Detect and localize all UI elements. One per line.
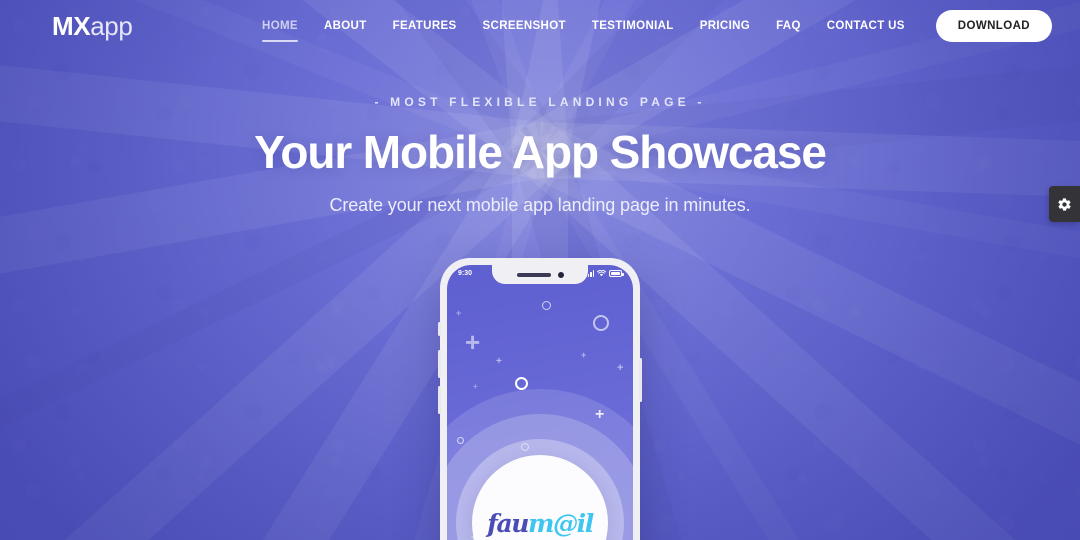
plus-sparkle-icon: + <box>465 327 481 357</box>
circle-sparkle-icon <box>593 315 609 331</box>
nav-item-features[interactable]: FEATURES <box>380 14 470 38</box>
phone-volume-down <box>438 386 441 414</box>
status-indicators <box>585 270 624 277</box>
plus-sparkle-icon: + <box>595 406 605 423</box>
nav-item-testimonial[interactable]: TESTIMONIAL <box>579 14 687 38</box>
nav-item-screenshot[interactable]: SCREENSHOT <box>470 14 579 38</box>
plus-sparkle-icon: + <box>485 494 491 505</box>
phone-frame: 9:30 faum@il + + + + + + + + + + <box>438 258 642 540</box>
main-navigation: HOME ABOUT FEATURES SCREENSHOT TESTIMONI… <box>249 10 1052 42</box>
plus-sparkle-icon: + <box>617 362 624 374</box>
circle-sparkle-icon <box>457 437 464 444</box>
status-time: 9:30 <box>458 270 473 277</box>
circle-sparkle-icon <box>521 443 529 451</box>
plus-sparkle-icon: + <box>456 308 462 318</box>
circle-sparkle-icon <box>515 377 528 390</box>
speaker-grille-icon <box>516 272 551 277</box>
wifi-icon <box>597 270 606 277</box>
plus-sparkle-icon: + <box>496 356 502 367</box>
nav-item-pricing[interactable]: PRICING <box>687 14 763 38</box>
nav-item-faq[interactable]: FAQ <box>763 14 814 38</box>
download-button[interactable]: DOWNLOAD <box>935 10 1052 42</box>
plus-sparkle-icon: + <box>539 470 545 480</box>
page-background: MXapp HOME ABOUT FEATURES SCREENSHOT TES… <box>0 0 1080 540</box>
phone-power-button <box>639 358 642 402</box>
plus-sparkle-icon: + <box>471 532 477 540</box>
site-header: MXapp HOME ABOUT FEATURES SCREENSHOT TES… <box>0 0 1080 52</box>
nav-item-contact-us[interactable]: CONTACT US <box>814 14 918 38</box>
phone-mockup: 9:30 faum@il + + + + + + + + + + <box>438 258 642 540</box>
app-logo-part-fau: fau <box>487 508 529 538</box>
hero-section: - MOST FLEXIBLE LANDING PAGE - Your Mobi… <box>0 95 1080 216</box>
settings-toggle-button[interactable] <box>1049 186 1080 222</box>
brand-logo[interactable]: MXapp <box>52 11 133 41</box>
phone-volume-up <box>438 350 441 378</box>
phone-mute-switch <box>438 322 441 336</box>
nav-item-home[interactable]: HOME <box>249 14 311 42</box>
phone-notch <box>492 265 588 284</box>
plus-sparkle-icon: + <box>473 382 478 391</box>
hero-eyebrow: - MOST FLEXIBLE LANDING PAGE - <box>374 95 706 109</box>
front-camera-icon <box>557 271 564 278</box>
brand-logo-light: app <box>90 11 133 41</box>
circle-sparkle-icon <box>542 301 551 310</box>
app-logo-part-mail: m@il <box>528 508 594 538</box>
phone-screen: 9:30 faum@il + + + + + + + + + + <box>447 265 633 540</box>
app-logo-text: faum@il <box>487 508 594 538</box>
plus-sparkle-icon: + <box>581 350 587 360</box>
battery-icon <box>609 270 624 277</box>
hero-tagline: Create your next mobile app landing page… <box>329 194 751 215</box>
hero-headline: Your Mobile App Showcase <box>254 126 827 178</box>
nav-item-about[interactable]: ABOUT <box>311 14 380 38</box>
brand-logo-bold: MX <box>52 11 91 41</box>
gear-icon <box>1058 197 1071 211</box>
